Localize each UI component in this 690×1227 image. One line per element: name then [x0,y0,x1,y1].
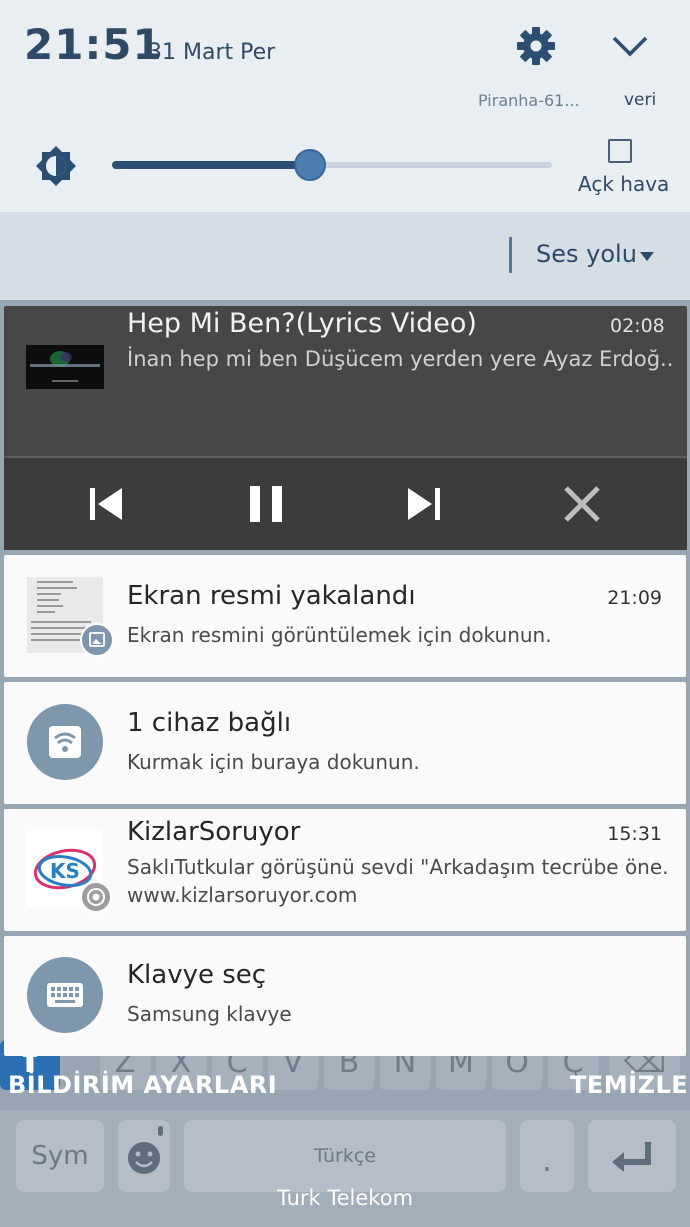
notification-keyboard[interactable]: Klavye seç Samsung klavye [4,936,686,1056]
media-controls [4,458,687,550]
enter-key[interactable] [588,1120,676,1192]
notification-title: Klavye seç [127,960,267,990]
period-key[interactable]: . [520,1120,574,1192]
auto-brightness-checkbox[interactable] [608,139,632,163]
pause-button[interactable] [244,482,288,526]
notification-text: Kurmak için buraya dokunun. [127,750,420,774]
auto-brightness-label: Açk hava [578,172,670,196]
date: 31 Mart Per [148,40,276,65]
dropdown-caret-icon[interactable] [640,252,654,261]
sound-path-button[interactable]: Ses yolu [536,240,637,268]
emoji-key[interactable] [118,1120,170,1192]
next-button[interactable] [402,482,446,526]
chevron-down-icon [612,36,648,57]
previous-icon [90,488,122,520]
brightness-slider-knob[interactable] [294,149,326,181]
wifi-network-name[interactable]: Piranha-61... [478,91,580,110]
notification-title: 1 cihaz bağlı [127,708,292,738]
divider [509,237,512,273]
notification-url: www.kizlarsoruyor.com [127,883,358,907]
carrier-label: Turk Telekom [276,1186,414,1210]
clear-button[interactable]: TEMİZLE [570,1071,688,1099]
wifi-hotspot-icon [27,704,103,780]
notification-screenshot[interactable]: Ekran resmi yakalandı 21:09 Ekran resmin… [4,555,686,677]
notification-time: 21:09 [607,587,662,609]
sym-key[interactable]: Sym [16,1120,104,1192]
close-icon [564,486,600,522]
notification-text: SaklıTutkular görüşünü sevdi "Arkadaşım … [127,855,667,879]
notification-hotspot[interactable]: 1 cihaz bağlı Kurmak için buraya dokunun… [4,682,686,804]
media-time: 02:08 [610,315,665,337]
brightness-icon [34,144,78,188]
close-media-button[interactable] [560,482,604,526]
clock: 21:51 [24,20,163,69]
keyboard-icon [27,957,103,1033]
settings-button[interactable] [514,24,558,68]
data-label[interactable]: veri [624,90,656,110]
enter-icon [612,1142,651,1172]
pause-icon [250,486,282,522]
image-icon [80,623,114,657]
gear-icon [517,27,555,65]
next-icon [408,488,440,520]
notification-title: KizlarSoruyor [127,817,301,847]
media-title: Hep Mi Ben?(Lyrics Video) [127,308,477,339]
chrome-icon [80,881,112,913]
brightness-slider-fill [112,161,310,169]
notification-text: Ekran resmini görüntülemek için dokunun. [127,623,552,647]
collapse-button[interactable] [610,30,650,62]
notification-settings-button[interactable]: BİLDİRİM AYARLARI [8,1071,277,1099]
previous-button[interactable] [84,482,128,526]
notification-time: 15:31 [607,823,662,845]
notification-kizlarsoruyor[interactable]: KS KizlarSoruyor 15:31 SaklıTutkular gör… [4,809,686,931]
notification-title: Ekran resmi yakalandı [127,581,416,611]
notification-text: Samsung klavye [127,1002,292,1026]
emoji-icon [128,1126,163,1174]
svg-text:KS: KS [50,859,80,883]
media-subtitle: İnan hep mi ben Düşücem yerden yere Ayaz… [127,347,674,371]
video-thumbnail [26,345,104,389]
space-key[interactable]: Türkçe [184,1120,506,1192]
